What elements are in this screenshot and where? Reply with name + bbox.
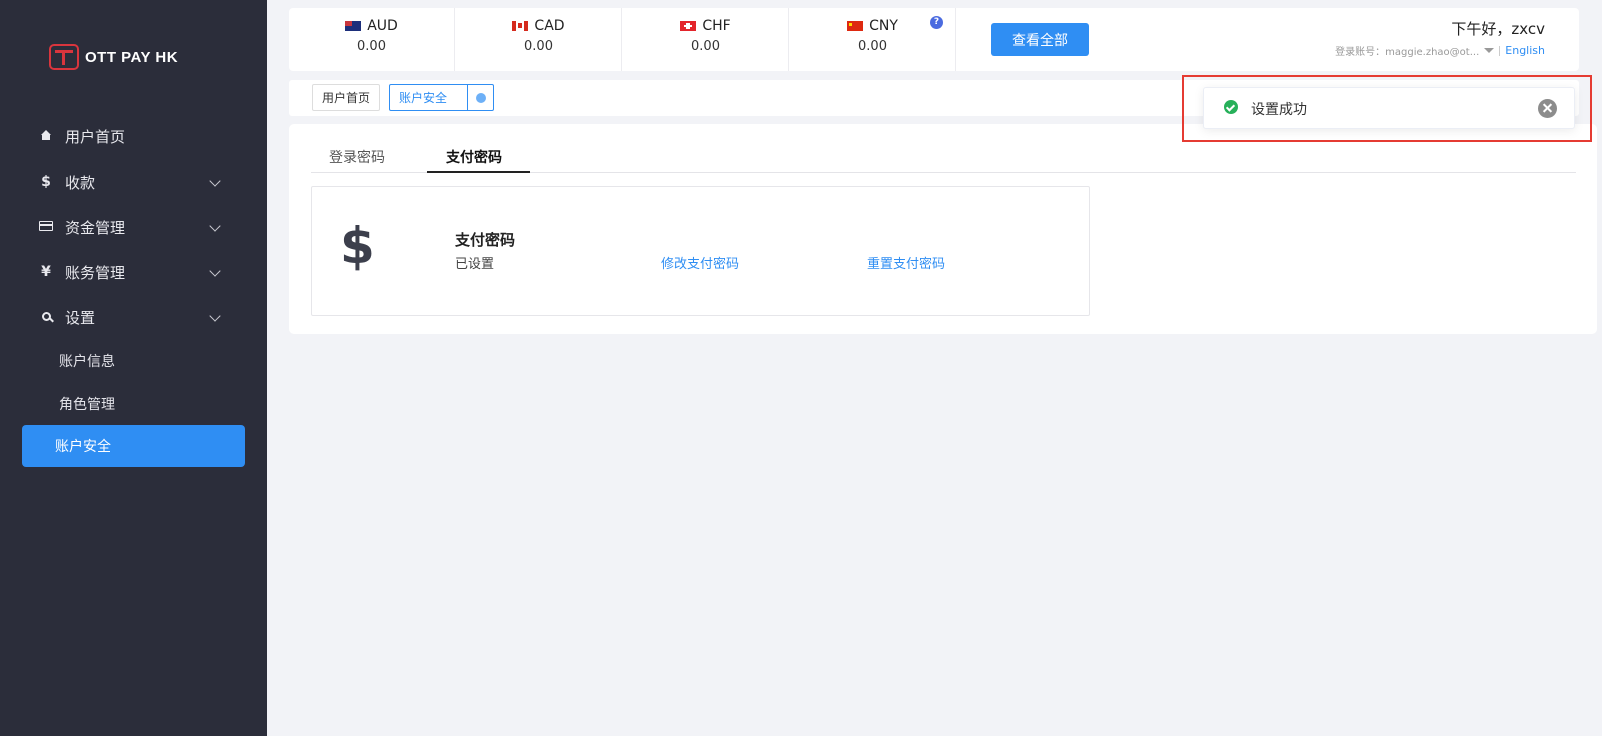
australia-flag-icon [345,21,362,31]
sidebar-item-funds[interactable]: 资金管理 [0,209,267,245]
currency-aud: AUD 0.00 [289,8,455,71]
sidebar-item-accounting[interactable]: ¥ 账务管理 [0,254,267,290]
currency-code: CHF [702,18,731,34]
currency-code: CNY [869,18,898,34]
security-panel: 登录密码 支付密码 $ 支付密码 已设置 修改支付密码 重置支付密码 [289,124,1597,334]
china-flag-icon [847,21,864,31]
currency-value: 0.00 [858,39,887,54]
switzerland-flag-icon [680,21,697,31]
divider [1499,45,1501,56]
sidebar-item-label: 用户首页 [65,127,126,146]
sidebar-item-label: 账务管理 [65,263,126,282]
currency-header: AUD 0.00 CAD 0.00 CHF 0.00 CNY 0.00 ? 查看… [289,8,1579,71]
sidebar-item-home[interactable]: 用户首页 [0,118,267,154]
currency-chf: CHF 0.00 [623,8,789,71]
sidebar-item-label: 账户安全 [55,439,111,455]
modify-payment-password-link[interactable]: 修改支付密码 [661,253,739,272]
sidebar-subitem-account-security[interactable]: 账户安全 [22,425,245,467]
currency-code: CAD [534,18,565,34]
dollar-icon: $ [41,174,51,190]
sidebar-subitem-role-management[interactable]: 角色管理 [59,394,115,414]
sidebar-item-label: 设置 [65,308,96,327]
brand-name: OTT PAY HK [85,48,179,66]
page-tab-label: 账户安全 [399,91,448,105]
greeting: 下午好，zxcv [1451,20,1545,38]
chevron-down-icon [209,220,221,232]
caret-down-icon[interactable] [1484,48,1495,53]
account-info: 登录账号：maggie.zhao@ot... English [1335,43,1545,58]
page-tab-home[interactable]: 用户首页 [312,84,381,111]
reset-payment-password-link[interactable]: 重置支付密码 [867,253,945,272]
currency-value: 0.00 [691,39,720,54]
close-icon[interactable] [1538,99,1557,118]
currency-cad: CAD 0.00 [456,8,622,71]
currency-value: 0.00 [524,39,553,54]
chevron-down-icon [209,310,221,322]
sidebar-item-payment[interactable]: $ 收款 [0,164,267,200]
tab-login-password[interactable]: 登录密码 [329,147,385,167]
close-icon [475,92,486,103]
active-tab-indicator [427,171,530,173]
tab-payment-password[interactable]: 支付密码 [446,147,502,167]
yen-icon: ¥ [41,264,51,280]
payment-password-card: $ 支付密码 已设置 修改支付密码 重置支付密码 [311,186,1090,316]
card-title: 支付密码 [455,231,516,249]
home-icon [37,128,55,144]
language-switch-link[interactable]: English [1505,44,1545,57]
currency-code: AUD [367,18,398,34]
page-tab-label: 用户首页 [322,91,371,105]
password-status: 已设置 [455,257,495,272]
sidebar-item-settings[interactable]: 设置 [0,299,267,335]
canada-flag-icon [512,21,529,31]
check-circle-icon [1224,100,1238,114]
view-all-button[interactable]: 查看全部 [991,23,1089,56]
chevron-down-icon [209,265,221,277]
brand-logo: OTT PAY HK [49,44,178,70]
logo-mark-icon [49,44,79,70]
currency-value: 0.00 [357,39,386,54]
sidebar: OTT PAY HK 用户首页 $ 收款 资金管理 ¥ 账务管理 设置 账户信息… [0,0,267,736]
toast-message: 设置成功 [1251,102,1307,118]
tab-close-button[interactable] [467,85,493,110]
page-tab-account-security[interactable]: 账户安全 [389,84,495,111]
search-icon [37,309,55,325]
sidebar-item-label: 收款 [65,173,96,192]
chevron-down-icon [209,175,221,187]
success-toast: 设置成功 [1203,87,1575,129]
card-icon [37,219,55,235]
sidebar-subitem-account-info[interactable]: 账户信息 [59,351,115,371]
account-label[interactable]: 登录账号：maggie.zhao@ot... [1335,43,1479,58]
dollar-icon: $ [340,217,375,275]
sidebar-item-label: 资金管理 [65,218,126,237]
help-icon[interactable]: ? [930,16,943,29]
